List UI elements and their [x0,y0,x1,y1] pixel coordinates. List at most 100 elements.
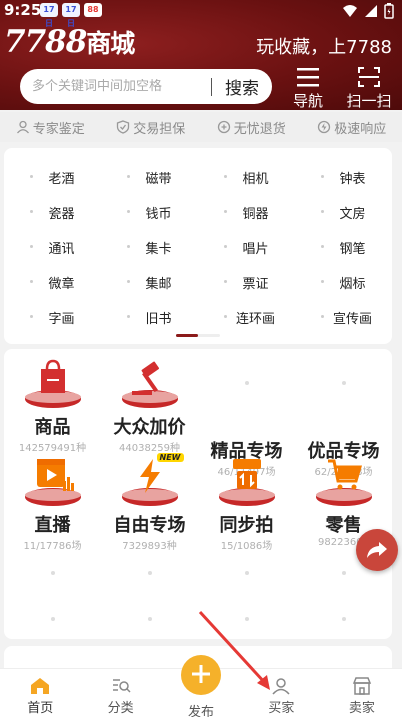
category-icon [321,175,324,178]
feature-item-sync-auction[interactable]: 同步拍 15/1086场 [198,455,295,553]
category-item[interactable]: 集卡 [101,230,198,265]
feature-card: 商品 142579491种 大众加价 44038259种 精品专场 46/114… [4,349,392,639]
feature-item-free-session[interactable]: NEW 自由专场 7329893种 [101,453,198,553]
category-item[interactable]: 相机 [198,160,295,195]
battery-icon [384,3,394,19]
wifi-icon [343,5,357,17]
category-item[interactable]: 旧书 [101,300,198,335]
category-label: 票证 [242,277,269,292]
feature-count: 15/1086场 [220,541,273,552]
app-red-icon: 88 [84,3,102,17]
feature-title: 同步拍 [219,515,274,536]
status-time: 9:25 [4,1,42,19]
shop-icon [352,677,371,695]
category-icon [30,280,33,283]
category-icon [224,280,227,283]
category-icon [224,245,227,248]
tab-label: 卖家 [348,701,375,716]
category-item[interactable]: 钟表 [295,160,392,195]
category-item[interactable]: 老酒 [4,160,101,195]
tab-category[interactable]: 分类 [80,669,160,717]
nav-label: 导航 [292,92,323,110]
category-item[interactable]: 钢笔 [295,230,392,265]
placeholder-icon [198,567,295,575]
gavel-icon [120,357,180,411]
category-item[interactable]: 钱币 [101,195,198,230]
category-label: 烟标 [339,277,366,292]
category-item[interactable]: 文房 [295,195,392,230]
category-label: 老酒 [48,172,75,187]
category-item[interactable]: 通讯 [4,230,101,265]
category-icon [321,280,324,283]
feature-item-live[interactable]: 直播 11/17786场 [4,455,101,553]
slogan: 玩收藏，上7788 [256,37,392,58]
feature-item-bidding[interactable]: 大众加价 44038259种 [101,357,198,455]
tab-publish[interactable]: 发布 [161,655,241,717]
bag-icon [23,357,83,411]
category-item[interactable]: 唱片 [198,230,295,265]
category-item[interactable]: 瓷器 [4,195,101,230]
placeholder-icon [101,613,198,621]
category-item[interactable]: 票证 [198,265,295,300]
header: 9:25 17日 17日 88 7788商城 玩收藏，上7788 搜索 导航 扫… [0,0,402,110]
category-item[interactable]: 字画 [4,300,101,335]
category-label: 集邮 [145,277,172,292]
category-icon [224,175,227,178]
category-item[interactable]: 烟标 [295,265,392,300]
nav-button[interactable]: 导航 [288,66,328,111]
assurance-bar: 专家鉴定 交易担保 无忧退货 极速响应 [0,112,402,142]
placeholder-icon [295,613,392,621]
feature-item-premium[interactable]: 精品专场 46/11497场 [198,357,295,478]
category-label: 微章 [48,277,75,292]
category-icon [30,210,33,213]
lightning-icon [318,120,331,134]
search-button[interactable]: 搜索 [212,74,272,99]
app-badge-icon: 17日 [62,3,80,28]
tab-label: 首页 [27,701,54,716]
category-icon [224,210,227,213]
feature-title: 商品 [34,417,71,438]
category-label: 瓷器 [48,207,75,222]
page-indicator [176,334,220,337]
category-item[interactable]: 集邮 [101,265,198,300]
share-button[interactable] [356,529,398,571]
sync-auction-icon [217,455,277,509]
category-label: 通讯 [48,242,75,257]
shield-icon [117,120,130,134]
home-icon [31,678,50,694]
assurance-item: 极速响应 [317,118,386,137]
plus-icon [192,665,211,683]
tab-home[interactable]: 首页 [0,669,80,717]
tab-label: 买家 [268,701,295,716]
feature-item-quality[interactable]: 优品专场 62/24348场 [295,357,392,478]
assurance-label: 极速响应 [334,121,387,137]
menu-icon [297,68,319,87]
feature-item-goods[interactable]: 商品 142579491种 [4,357,101,455]
tab-buyer[interactable]: 买家 [241,669,321,717]
category-item[interactable]: 磁带 [101,160,198,195]
feature-grid: 商品 142579491种 大众加价 44038259种 精品专场 46/114… [4,357,392,553]
feature-title: 直播 [34,515,71,536]
category-item[interactable]: 连环画 [198,300,295,335]
feature-count: 142579491种 [18,443,87,454]
status-app-icons: 17日 17日 88 [40,3,102,28]
category-item[interactable]: 微章 [4,265,101,300]
category-grid: 老酒 磁带 相机 钟表瓷器 钱币 铜器 文房通讯 集卡 唱片 钢笔微章 集邮 票证 烟标字画 旧书 连环画宣… [4,160,392,335]
category-item[interactable]: 铜器 [198,195,295,230]
search-input[interactable] [20,79,211,94]
feature-count: 11/17786场 [23,541,82,552]
category-icon [30,315,33,318]
tab-seller[interactable]: 卖家 [322,669,402,717]
category-icon [127,210,130,213]
category-card: 老酒 磁带 相机 钟表瓷器 钱币 铜器 文房通讯 集卡 唱片 钢笔微章 集邮 票证 烟标字画 旧书 连环画宣… [4,148,392,344]
category-icon [321,315,324,318]
placeholder-icon [217,381,277,435]
category-label: 钢笔 [339,242,366,257]
scan-button[interactable]: 扫一扫 [343,66,395,111]
category-label: 集卡 [145,242,172,257]
category-icon [127,315,130,318]
category-item[interactable]: 宣传画 [295,300,392,335]
status-bar: 9:25 17日 17日 88 [0,0,402,28]
category-label: 钱币 [145,207,172,222]
category-label: 唱片 [242,242,269,257]
